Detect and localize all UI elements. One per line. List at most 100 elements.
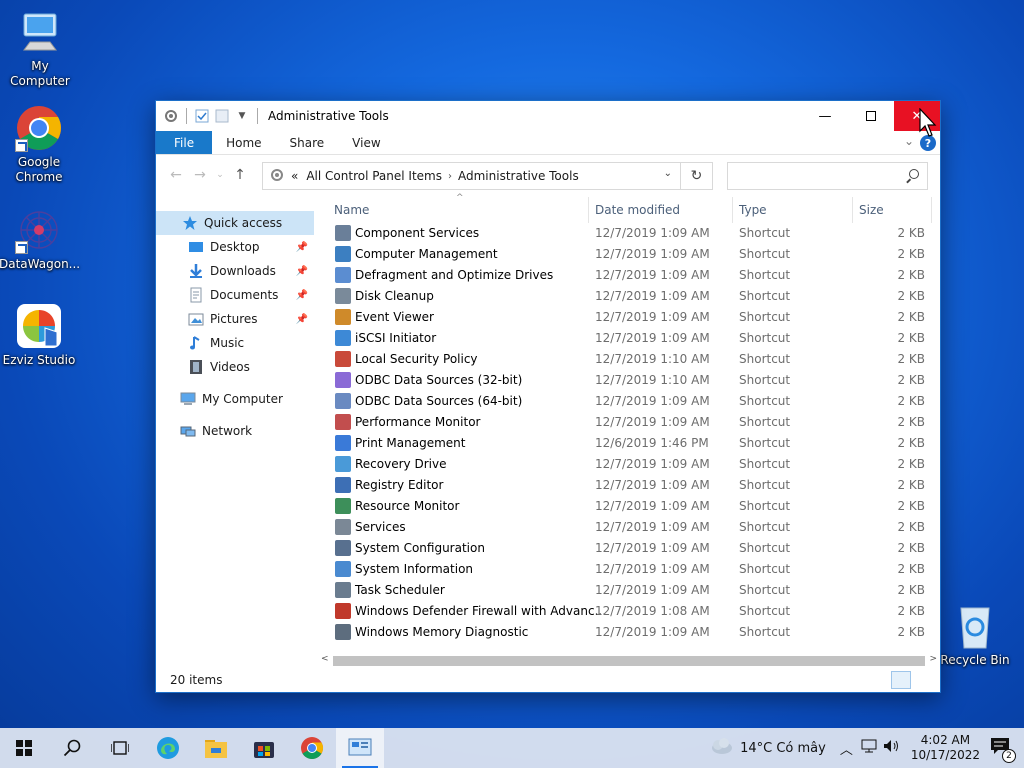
file-name: Component Services <box>355 226 480 240</box>
column-header-type[interactable]: Type <box>739 203 767 217</box>
search-input[interactable] <box>727 162 928 190</box>
column-header-date[interactable]: Date modified <box>595 203 680 217</box>
nav-item-my-computer[interactable]: My Computer <box>156 387 314 411</box>
chrome-icon <box>15 104 63 152</box>
clock[interactable]: 4:02 AM 10/17/2022 <box>911 733 980 763</box>
table-row[interactable]: Defragment and Optimize Drives 12/7/2019 … <box>319 265 939 286</box>
tab-view[interactable]: View <box>338 131 394 154</box>
back-button[interactable]: ← <box>164 167 188 183</box>
column-divider[interactable] <box>852 197 853 223</box>
nav-item-documents[interactable]: Documents 📌 <box>156 283 314 307</box>
nav-item-music[interactable]: Music <box>156 331 314 355</box>
table-row[interactable]: System Configuration 12/7/2019 1:09 AM Sho… <box>319 538 939 559</box>
expand-ribbon-icon[interactable]: ⌄ <box>904 134 914 148</box>
minimize-button[interactable]: — <box>802 101 848 131</box>
breadcrumb-item[interactable]: All Control Panel Items <box>306 169 442 183</box>
table-row[interactable]: Performance Monitor 12/7/2019 1:09 AM Shor… <box>319 412 939 433</box>
table-row[interactable]: Registry Editor 12/7/2019 1:09 AM Shortcut… <box>319 475 939 496</box>
breadcrumb-item[interactable]: Administrative Tools <box>458 169 579 183</box>
taskbar-edge[interactable] <box>144 728 192 768</box>
table-row[interactable]: Print Management 12/6/2019 1:46 PM Shortcu… <box>319 433 939 454</box>
details-view-button[interactable] <box>891 671 911 689</box>
start-button[interactable] <box>0 728 48 768</box>
breadcrumb-overflow[interactable]: « <box>291 169 298 183</box>
table-row[interactable]: Recovery Drive 12/7/2019 1:09 AM Shortcut 2… <box>319 454 939 475</box>
desktop-icon-datawagon[interactable]: DataWagon... <box>0 206 80 272</box>
column-divider[interactable] <box>931 197 932 223</box>
desktop-folder-icon <box>188 239 204 255</box>
table-row[interactable]: Computer Management 12/7/2019 1:09 AM Shor… <box>319 244 939 265</box>
file-type: Shortcut <box>739 331 791 345</box>
table-row[interactable]: Local Security Policy 12/7/2019 1:10 AM Sh… <box>319 349 939 370</box>
recent-locations-chevron-icon[interactable]: ⌄ <box>212 170 228 180</box>
table-row[interactable]: Event Viewer 12/7/2019 1:09 AM Shortcut 2 K… <box>319 307 939 328</box>
scroll-thumb[interactable] <box>333 656 925 666</box>
table-row[interactable]: Windows Defender Firewall with Advanc...… <box>319 601 939 622</box>
table-row[interactable]: Task Scheduler 12/7/2019 1:09 AM Shortcut 2… <box>319 580 939 601</box>
maximize-button[interactable] <box>848 101 894 131</box>
refresh-button[interactable]: ↻ <box>681 162 713 190</box>
file-list: ^ Name Date modified Type Size Component… <box>319 193 939 643</box>
scroll-left-icon[interactable]: < <box>321 654 329 664</box>
weather-cloud-icon[interactable] <box>708 737 734 759</box>
title-bar[interactable]: ▼ Administrative Tools — ✕ <box>156 101 940 131</box>
column-header-size[interactable]: Size <box>859 203 884 217</box>
nav-item-videos[interactable]: Videos <box>156 355 314 379</box>
column-divider[interactable] <box>732 197 733 223</box>
nav-item-desktop[interactable]: Desktop 📌 <box>156 235 314 259</box>
desktop-icon-recycle-bin[interactable]: Recycle Bin <box>935 602 1015 668</box>
tab-share[interactable]: Share <box>276 131 339 154</box>
desktop-icon-my-computer[interactable]: My Computer <box>0 8 80 89</box>
shortcut-file-icon <box>335 540 351 556</box>
column-header-name[interactable]: Name <box>334 203 369 217</box>
up-button[interactable]: ↑ <box>228 167 252 183</box>
large-icons-view-button[interactable] <box>914 671 934 689</box>
notification-center-button[interactable]: 2 <box>990 737 1016 763</box>
table-row[interactable]: Resource Monitor 12/7/2019 1:09 AM Shortcu… <box>319 496 939 517</box>
nav-item-network[interactable]: Network <box>156 419 314 443</box>
file-name: System Information <box>355 562 474 576</box>
weather-text[interactable]: 14°C Có mây <box>740 741 826 756</box>
taskbar-store[interactable] <box>240 728 288 768</box>
table-row[interactable]: System Information 12/7/2019 1:09 AM Short… <box>319 559 939 580</box>
task-view-button[interactable] <box>96 728 144 768</box>
address-bar[interactable]: « All Control Panel Items › Administrati… <box>262 162 681 190</box>
tab-file[interactable]: File <box>156 131 213 154</box>
taskbar-chrome[interactable] <box>288 728 336 768</box>
address-dropdown-icon[interactable]: ⌄ <box>664 168 672 179</box>
table-row[interactable]: Windows Memory Diagnostic 12/7/2019 1:09 … <box>319 622 939 643</box>
chevron-right-icon[interactable]: › <box>448 171 452 182</box>
table-row[interactable]: Component Services 12/7/2019 1:09 AM Short… <box>319 223 939 244</box>
column-divider[interactable] <box>588 197 589 223</box>
horizontal-scrollbar[interactable]: < > <box>319 654 939 668</box>
new-folder-icon[interactable] <box>213 107 231 125</box>
table-row[interactable]: Services 12/7/2019 1:09 AM Shortcut 2 KB <box>319 517 939 538</box>
taskbar-file-explorer[interactable] <box>192 728 240 768</box>
nav-label: Desktop <box>210 240 260 254</box>
taskbar-control-panel[interactable] <box>336 728 384 768</box>
pin-icon[interactable]: 📌 <box>296 290 308 301</box>
properties-icon[interactable] <box>193 107 211 125</box>
table-row[interactable]: ODBC Data Sources (32-bit) 12/7/2019 1:10… <box>319 370 939 391</box>
volume-icon[interactable] <box>883 739 901 757</box>
pin-icon[interactable]: 📌 <box>296 314 308 325</box>
nav-item-pictures[interactable]: Pictures 📌 <box>156 307 314 331</box>
show-hidden-icons-chevron-icon[interactable]: ︿ <box>840 739 853 758</box>
table-row[interactable]: iSCSI Initiator 12/7/2019 1:09 AM Shortcut… <box>319 328 939 349</box>
search-button[interactable] <box>48 728 96 768</box>
pin-icon[interactable]: 📌 <box>296 266 308 277</box>
tab-home[interactable]: Home <box>212 131 275 154</box>
forward-button[interactable]: → <box>188 167 212 183</box>
search-icon <box>63 739 81 757</box>
nav-item-downloads[interactable]: Downloads 📌 <box>156 259 314 283</box>
desktop-icon-ezviz[interactable]: Ezviz Studio <box>0 302 79 368</box>
table-row[interactable]: ODBC Data Sources (64-bit) 12/7/2019 1:09… <box>319 391 939 412</box>
table-row[interactable]: Disk Cleanup 12/7/2019 1:09 AM Shortcut 2 K… <box>319 286 939 307</box>
nav-item-quick-access[interactable]: Quick access <box>156 211 314 235</box>
customize-toolbar-chevron-icon[interactable]: ▼ <box>233 107 251 125</box>
desktop-icon-chrome[interactable]: Google Chrome <box>0 104 79 185</box>
quick-access-toolbar: ▼ <box>156 107 262 125</box>
pin-icon[interactable]: 📌 <box>296 242 308 253</box>
network-tray-icon[interactable] <box>861 739 877 757</box>
scroll-right-icon[interactable]: > <box>929 654 937 664</box>
